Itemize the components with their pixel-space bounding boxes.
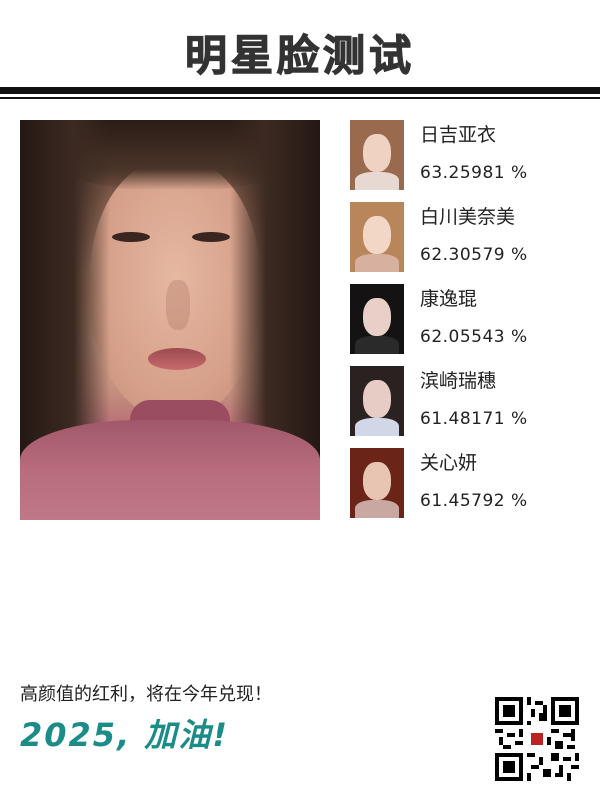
qr-code-icon[interactable] [495,697,579,781]
thumbnail-body [355,336,399,354]
nose [166,280,190,330]
match-item[interactable]: 关心妍 61.45792 % [350,448,590,520]
star-portrait-thumbnail [350,448,404,518]
thumbnail-body [355,418,399,436]
star-portrait-thumbnail [350,284,404,354]
user-face-photo [20,120,320,520]
match-score: 62.30579 % [420,245,528,265]
match-name: 日吉亚衣 [420,124,497,146]
right-eye [192,232,230,242]
lips [148,348,206,370]
match-score: 62.05543 % [420,327,528,347]
footer-slogan: 2025, 加油! [20,716,229,754]
star-portrait-thumbnail [350,202,404,272]
match-score: 61.45792 % [420,491,528,511]
page-title: 明星脸测试 [184,30,415,80]
footer-tagline: 高颜值的红利，将在今年兑现！ [20,684,272,705]
left-eye [112,232,150,242]
star-portrait-thumbnail [350,120,404,190]
thumbnail-face [363,134,391,172]
match-name: 白川美奈美 [420,206,516,228]
thumbnail-face [363,380,391,418]
header-divider-thin [0,97,600,99]
thumbnail-body [355,500,399,518]
star-portrait-thumbnail [350,366,404,436]
match-score: 63.25981 % [420,163,528,183]
match-item[interactable]: 康逸琨 62.05543 % [350,284,590,356]
thumbnail-body [355,254,399,272]
sweater [20,420,320,520]
match-name: 关心妍 [420,452,478,474]
match-name: 康逸琨 [420,288,478,310]
thumbnail-face [363,216,391,254]
thumbnail-face [363,462,391,500]
thumbnail-face [363,298,391,336]
header-divider-thick [0,87,600,94]
match-name: 滨崎瑞穗 [420,370,497,392]
thumbnail-body [355,172,399,190]
match-item[interactable]: 白川美奈美 62.30579 % [350,202,590,274]
match-score: 61.48171 % [420,409,528,429]
match-item[interactable]: 日吉亚衣 63.25981 % [350,120,590,192]
match-item[interactable]: 滨崎瑞穗 61.48171 % [350,366,590,438]
